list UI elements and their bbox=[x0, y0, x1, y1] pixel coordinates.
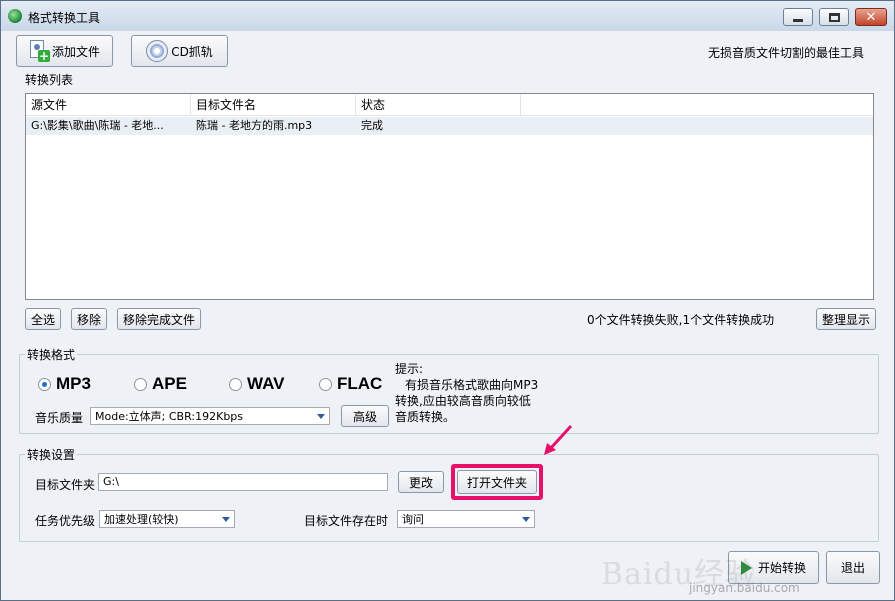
advanced-button[interactable]: 高级 bbox=[341, 405, 389, 427]
cell-status: 完成 bbox=[361, 119, 383, 132]
format-section-label: 转换格式 bbox=[25, 346, 78, 363]
close-button[interactable]: ✕ bbox=[855, 8, 887, 26]
cd-rip-label: CD抓轨 bbox=[171, 44, 213, 59]
hint-line: 提示: bbox=[395, 362, 424, 376]
cd-icon bbox=[146, 40, 169, 62]
tidy-display-button[interactable]: 整理显示 bbox=[816, 308, 877, 330]
radio-mp3[interactable]: MP3 bbox=[38, 374, 91, 394]
cd-rip-button[interactable]: CD抓轨 bbox=[131, 35, 228, 67]
hint-line: 有损音乐格式歌曲向MP3 bbox=[405, 378, 539, 392]
target-folder-input[interactable]: G:\ bbox=[98, 473, 388, 491]
conversion-stats: 0个文件转换失败,1个文件转换成功 bbox=[587, 313, 775, 327]
radio-icon bbox=[134, 377, 147, 391]
watermark-url: jingyan.baidu.com bbox=[689, 581, 800, 595]
exit-button[interactable]: 退出 bbox=[826, 551, 880, 584]
chevron-down-icon bbox=[317, 413, 325, 419]
minimize-icon bbox=[793, 18, 803, 22]
priority-value: 加速处理(较快) bbox=[104, 513, 179, 526]
priority-select[interactable]: 加速处理(较快) bbox=[99, 510, 235, 528]
settings-section-label: 转换设置 bbox=[25, 446, 78, 463]
radio-wav[interactable]: WAV bbox=[229, 374, 284, 394]
maximize-icon bbox=[828, 12, 840, 22]
change-folder-button[interactable]: 更改 bbox=[398, 471, 444, 493]
column-source[interactable]: 源文件 bbox=[26, 94, 191, 116]
quality-value: Mode:立体声; CBR:192Kbps bbox=[95, 410, 244, 423]
app-logo-icon bbox=[8, 9, 22, 23]
chevron-down-icon bbox=[222, 516, 230, 522]
radio-icon bbox=[319, 377, 332, 391]
table-row[interactable]: G:\影集\歌曲\陈瑞 - 老地... 陈瑞 - 老地方的雨.mp3 完成 bbox=[26, 117, 873, 135]
radio-ape-label: APE bbox=[152, 374, 187, 393]
add-file-button[interactable]: + 添加文件 bbox=[16, 35, 113, 67]
select-all-button[interactable]: 全选 bbox=[25, 308, 62, 330]
remove-done-button[interactable]: 移除完成文件 bbox=[117, 308, 202, 330]
maximize-button[interactable] bbox=[819, 8, 849, 26]
file-list[interactable]: 源文件 目标文件名 状态 G:\影集\歌曲\陈瑞 - 老地... 陈瑞 - 老地… bbox=[25, 93, 874, 300]
cell-target: 陈瑞 - 老地方的雨.mp3 bbox=[196, 119, 313, 132]
quality-label: 音乐质量 bbox=[35, 411, 84, 425]
radio-icon bbox=[229, 377, 242, 391]
target-folder-label: 目标文件夹 bbox=[35, 478, 96, 492]
radio-flac[interactable]: FLAC bbox=[319, 374, 382, 394]
hint-line: 转换,应由较高音质向较低 bbox=[395, 394, 531, 408]
radio-selected-icon bbox=[38, 377, 51, 391]
exists-select[interactable]: 询问 bbox=[397, 510, 535, 528]
add-file-label: 添加文件 bbox=[51, 44, 100, 59]
settings-panel bbox=[19, 454, 879, 542]
radio-ape[interactable]: APE bbox=[134, 374, 187, 394]
app-window: 格式转换工具 ✕ + 添加文件 CD抓轨 无损音质文件切割的最佳工具 转换列表 … bbox=[0, 0, 895, 601]
hint-text: 提示: 有损音乐格式歌曲向MP3 转换,应由较高音质向较低 音质转换。 bbox=[395, 361, 555, 425]
chevron-down-icon bbox=[522, 516, 530, 522]
minimize-button[interactable] bbox=[783, 8, 813, 26]
exists-value: 询问 bbox=[402, 513, 424, 526]
window-title: 格式转换工具 bbox=[28, 11, 101, 25]
add-file-icon: + bbox=[29, 40, 50, 62]
remove-button[interactable]: 移除 bbox=[71, 308, 108, 330]
close-icon: ✕ bbox=[865, 9, 877, 25]
radio-wav-label: WAV bbox=[247, 374, 285, 393]
list-section-label: 转换列表 bbox=[25, 73, 74, 87]
start-convert-label: 开始转换 bbox=[757, 561, 806, 575]
column-status[interactable]: 状态 bbox=[356, 94, 521, 116]
tagline: 无损音质文件切割的最佳工具 bbox=[707, 46, 864, 60]
radio-mp3-label: MP3 bbox=[56, 374, 91, 393]
title-bar[interactable]: 格式转换工具 ✕ bbox=[1, 1, 894, 31]
column-target[interactable]: 目标文件名 bbox=[191, 94, 356, 116]
highlight-frame bbox=[451, 464, 543, 500]
cell-source: G:\影集\歌曲\陈瑞 - 老地... bbox=[31, 119, 164, 132]
list-header: 源文件 目标文件名 状态 bbox=[26, 94, 873, 116]
pointer-arrow-icon bbox=[541, 423, 573, 460]
priority-label: 任务优先级 bbox=[35, 514, 96, 528]
exists-label: 目标文件存在时 bbox=[304, 514, 389, 528]
quality-select[interactable]: Mode:立体声; CBR:192Kbps bbox=[90, 407, 330, 425]
radio-flac-label: FLAC bbox=[337, 374, 383, 393]
hint-line: 音质转换。 bbox=[395, 410, 456, 424]
